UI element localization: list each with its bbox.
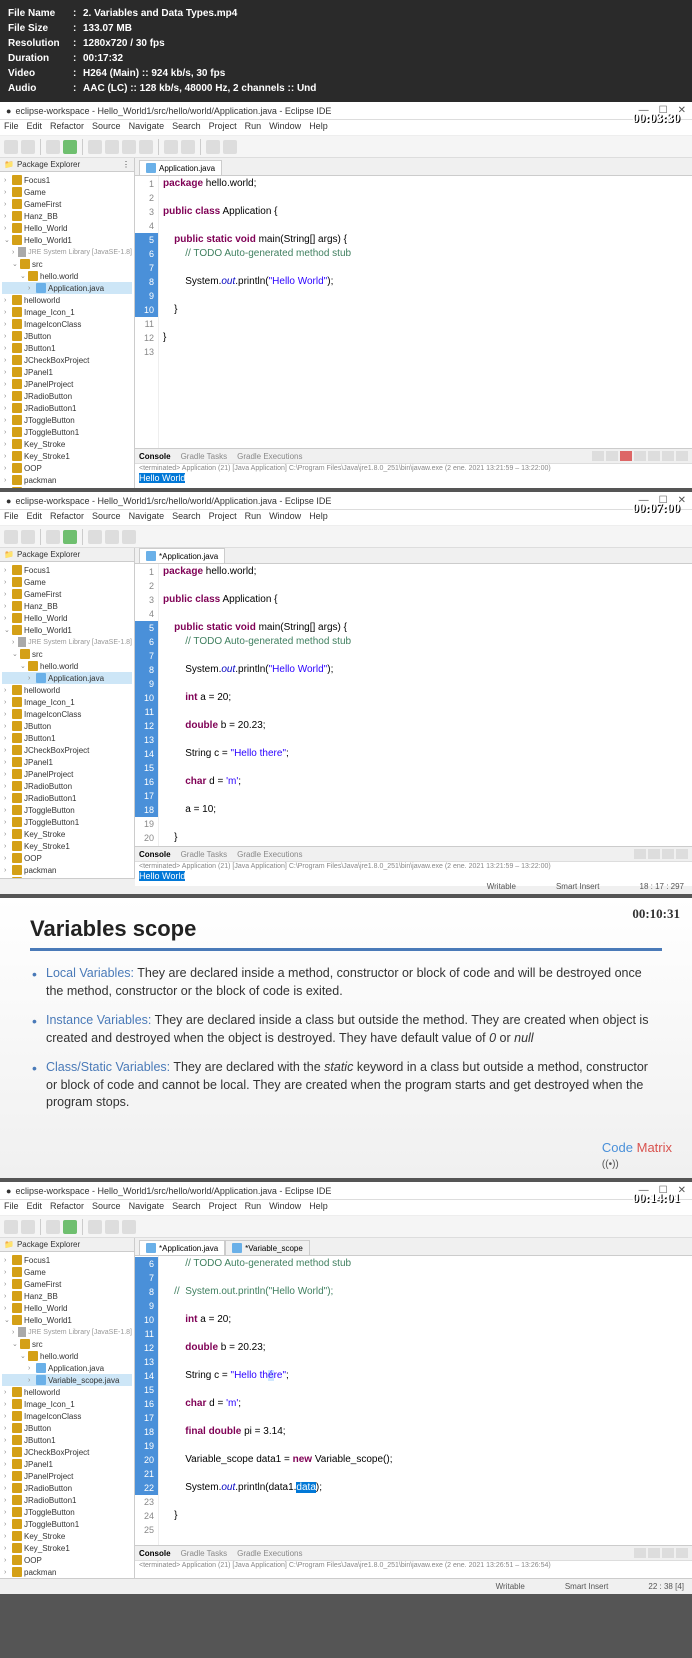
tree-item[interactable]: ›packman [2,474,132,486]
package-explorer: 📁Package Explorer⋮ ›Focus1 ›Game ›GameFi… [0,158,135,488]
tree-item[interactable]: ›ImageIconClass [2,318,132,330]
tool-icon[interactable] [164,140,178,154]
tree-item[interactable]: ›JButton1 [2,342,132,354]
console-tab[interactable]: Console [139,452,171,461]
tree-item[interactable]: ›Pacman_Draw_Screen [2,486,132,488]
editor-tab[interactable]: Application.java [139,160,222,175]
console-panel: Console Gradle Tasks Gradle Executions <… [135,448,692,488]
tree-item[interactable]: ›JPanel1 [2,366,132,378]
tool-icon[interactable] [181,140,195,154]
tool-icon[interactable] [88,140,102,154]
tree-item[interactable]: ›GameFirst [2,198,132,210]
tool-icon[interactable] [223,140,237,154]
tree-item[interactable]: ⌄Hello_World1 [2,234,132,246]
bullet-local: Local Variables: They are declared insid… [30,965,662,1000]
eclipse-icon: ● [6,106,11,116]
tree-item[interactable]: ⌄hello.world [2,270,132,282]
window-title-bar: ● eclipse-workspace - Hello_World1/src/h… [0,102,692,120]
tree-item[interactable]: ›JCheckBoxProject [2,354,132,366]
tool-icon[interactable] [206,140,220,154]
menu-project[interactable]: Project [209,121,237,134]
tree-item[interactable]: ›Image_Icon_1 [2,306,132,318]
menu-bar: File Edit Refactor Source Navigate Searc… [0,120,692,136]
tree-item[interactable]: ›JButton [2,330,132,342]
gradle-exec-tab[interactable]: Gradle Executions [237,452,302,461]
tree-item[interactable]: ›JToggleButton1 [2,426,132,438]
tree-item[interactable]: ›JPanelProject [2,378,132,390]
tree-item[interactable]: ›Game [2,186,132,198]
console-output: Hello World [135,473,692,488]
menu-window[interactable]: Window [269,121,301,134]
tree-item[interactable]: ›Hello_World [2,222,132,234]
code-editor[interactable]: 1234567891011121314151617181920 package … [135,564,692,846]
gradle-tasks-tab[interactable]: Gradle Tasks [181,452,228,461]
tool-icon[interactable] [122,140,136,154]
tree-item[interactable]: ›JRadioButton [2,390,132,402]
tool-icon[interactable] [139,140,153,154]
logo: Code Matrix ((•)) [602,1140,672,1170]
tree-item[interactable]: ›OOP [2,462,132,474]
explorer-tab[interactable]: 📁Package Explorer⋮ [0,158,134,172]
tool-icon[interactable] [105,140,119,154]
slide-frame: 00:10:31 Variables scope Local Variables… [0,898,692,1178]
toolbar [0,136,692,158]
tree-item[interactable]: ›helloworld [2,294,132,306]
screenshot-frame-2: 00:07:00 ●eclipse-workspace - Hello_Worl… [0,492,692,894]
code-editor[interactable]: 12345678910111213 package hello.world; p… [135,176,692,448]
menu-source[interactable]: Source [92,121,121,134]
menu-search[interactable]: Search [172,121,201,134]
screenshot-frame-4: 00:14:01 ●eclipse-workspace - Hello_Worl… [0,1182,692,1594]
code-editor[interactable]: 678910111213141516171819202122232425 // … [135,1256,692,1545]
window-title: eclipse-workspace - Hello_World1/src/hel… [15,106,331,116]
timestamp: 00:03:30 [632,110,680,126]
timestamp: 00:07:00 [632,500,680,516]
tree-item[interactable]: ›JRadioButton1 [2,402,132,414]
tree-item[interactable]: ›Hanz_BB [2,210,132,222]
tree-item[interactable]: ⌄src [2,258,132,270]
run-icon[interactable] [63,140,77,154]
new-icon[interactable] [4,140,18,154]
screenshot-frame-1: 00:03:30 ● eclipse-workspace - Hello_Wor… [0,102,692,488]
wifi-icon: ((•)) [602,1159,619,1170]
tree-item[interactable]: ›Key_Stroke1 [2,450,132,462]
tree-item-selected[interactable]: ›Application.java [2,282,132,294]
bullet-static: Class/Static Variables: They are declare… [30,1059,662,1112]
menu-refactor[interactable]: Refactor [50,121,84,134]
tree-item[interactable]: ›Key_Stroke [2,438,132,450]
menu-run[interactable]: Run [245,121,262,134]
tree-item[interactable]: ›Focus1 [2,174,132,186]
save-icon[interactable] [21,140,35,154]
menu-file[interactable]: File [4,121,19,134]
tree-item[interactable]: ›JToggleButton [2,414,132,426]
bullet-instance: Instance Variables: They are declared in… [30,1012,662,1047]
media-info: File Name:2. Variables and Data Types.mp… [0,0,692,102]
editor-area: Application.java 12345678910111213 packa… [135,158,692,488]
slide-title: Variables scope [30,916,662,942]
menu-help[interactable]: Help [309,121,328,134]
tree-item[interactable]: ›JRE System Library [JavaSE-1.8] [2,246,132,258]
menu-navigate[interactable]: Navigate [129,121,165,134]
console-header: <terminated> Application (21) [Java Appl… [135,464,692,473]
menu-edit[interactable]: Edit [27,121,43,134]
debug-icon[interactable] [46,140,60,154]
